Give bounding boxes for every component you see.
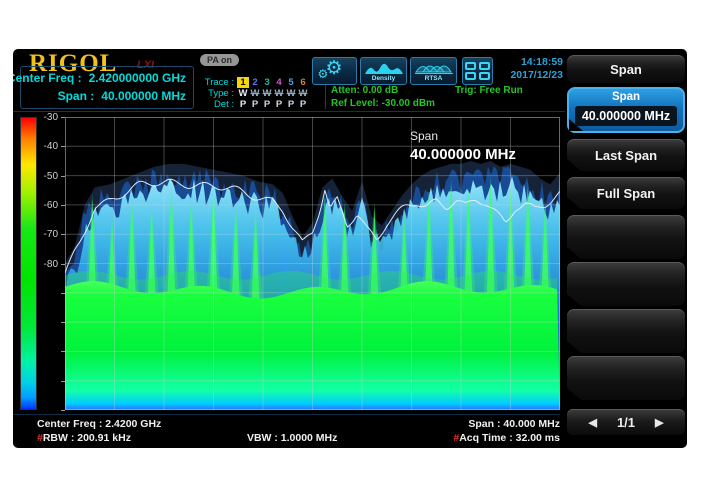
trace-number-2[interactable]: 2 xyxy=(249,77,261,88)
status-vbw: VBW : 1.0000 MHz xyxy=(247,432,337,444)
y-tick-label: -60 xyxy=(32,200,58,211)
status-bar: Center Freq : 2.4200 GHz Span : 40.000 M… xyxy=(13,414,560,448)
y-axis-labels: -30-40-50-60-70-80 xyxy=(35,117,61,410)
trace-det-6: P xyxy=(297,99,309,110)
preamp-button[interactable]: PA on xyxy=(200,54,239,66)
trace-number-3[interactable]: 3 xyxy=(261,77,273,88)
trace-type-6: W xyxy=(297,88,309,99)
ref-level-readout: Ref Level: -30.00 dBm xyxy=(331,98,435,109)
y-tick-label: -50 xyxy=(32,171,58,182)
rtsa-icon xyxy=(415,60,453,75)
softkey-menu: Span Span 40.000000 MHz Last Span Full S… xyxy=(565,49,687,448)
analyzer-screen: RIGOL LXI PA on Center Freq : 2.42000000… xyxy=(13,49,687,448)
softkey-last-span[interactable]: Last Span xyxy=(567,139,685,171)
atten-readout: Atten: 0.00 dB xyxy=(331,85,398,96)
layout-button[interactable] xyxy=(462,57,493,85)
trace-type-1: W xyxy=(237,88,249,99)
date-readout: 2017/12/23 xyxy=(491,69,563,82)
status-center-freq: Center Freq : 2.4200 GHz xyxy=(37,418,161,430)
density-icon-label: Density xyxy=(372,75,395,82)
center-freq-value: 2.420000000 GHz xyxy=(89,70,186,88)
status-span: Span : 40.000 MHz xyxy=(468,418,560,430)
y-tick-label: -40 xyxy=(32,141,58,152)
density-view-button[interactable]: Density xyxy=(360,57,407,85)
softkey-empty[interactable] xyxy=(567,356,685,400)
trace-det-1: P xyxy=(237,99,249,110)
trace-type-5: W xyxy=(285,88,297,99)
clock: 14:18:59 2017/12/23 xyxy=(491,56,563,82)
gear-icon: ⚙⚙ xyxy=(318,58,352,84)
trace-table: Trace :123456 Type :WWWWWW Det :PPPPPP xyxy=(196,77,322,110)
layout-grid-icon xyxy=(465,62,490,80)
softkey-empty[interactable] xyxy=(567,309,685,353)
span-label: Span : xyxy=(58,88,95,106)
softkey-empty[interactable] xyxy=(567,215,685,259)
softkey-span-value: 40.000000 MHz xyxy=(575,106,677,126)
trace-det-5: P xyxy=(285,99,297,110)
softkey-span-active[interactable]: Span 40.000000 MHz xyxy=(567,87,685,133)
trace-number-5[interactable]: 5 xyxy=(285,77,297,88)
pager-next-icon[interactable]: ▶ xyxy=(655,416,663,429)
trace-det-4: P xyxy=(273,99,285,110)
trace-det-2: P xyxy=(249,99,261,110)
menu-pager[interactable]: ◀ 1/1 ▶ xyxy=(567,409,685,435)
softkey-empty[interactable] xyxy=(567,262,685,306)
softkey-span-label: Span xyxy=(569,89,683,105)
trace-det-3: P xyxy=(261,99,273,110)
rtsa-view-button[interactable]: RTSA xyxy=(410,57,457,85)
trace-type-4: W xyxy=(273,88,285,99)
trace-row-label: Trace : xyxy=(196,77,234,88)
time-readout: 14:18:59 xyxy=(491,56,563,69)
y-tick-label: -80 xyxy=(32,259,58,270)
y-tick-label: -70 xyxy=(32,229,58,240)
trace-number-1[interactable]: 1 xyxy=(237,77,249,88)
trace-type-3: W xyxy=(261,88,273,99)
rtsa-icon-label: RTSA xyxy=(425,75,443,82)
trace-type-2: W xyxy=(249,88,261,99)
softkey-full-span[interactable]: Full Span xyxy=(567,177,685,209)
plot-annotation-span-value: 40.000000 MHz xyxy=(410,146,516,163)
status-acq-time: #Acq Time : 32.00 ms xyxy=(453,432,560,444)
status-rbw: #RBW : 200.91 kHz xyxy=(37,432,131,444)
y-tick-label: -30 xyxy=(32,112,58,123)
trace-number-4[interactable]: 4 xyxy=(273,77,285,88)
spectrum-display: Span 40.000000 MHz xyxy=(65,117,560,410)
span-value: 40.000000 MHz xyxy=(101,88,186,106)
menu-title-span: Span xyxy=(567,55,685,83)
pager-page-indicator: 1/1 xyxy=(617,415,635,430)
plot-annotation-span-label: Span xyxy=(410,129,438,143)
trace-number-6[interactable]: 6 xyxy=(297,77,309,88)
det-row-label: Det : xyxy=(196,99,234,110)
density-icon xyxy=(364,60,404,75)
header-separator xyxy=(13,111,565,112)
frequency-readout-panel: Center Freq : 2.420000000 GHz Span : 40.… xyxy=(20,66,194,109)
settings-button[interactable]: ⚙⚙ xyxy=(312,57,357,85)
pager-prev-icon[interactable]: ◀ xyxy=(588,416,596,429)
center-freq-label: Center Freq : xyxy=(13,70,82,88)
trigger-readout: Trig: Free Run xyxy=(455,85,523,96)
type-row-label: Type : xyxy=(196,88,234,99)
